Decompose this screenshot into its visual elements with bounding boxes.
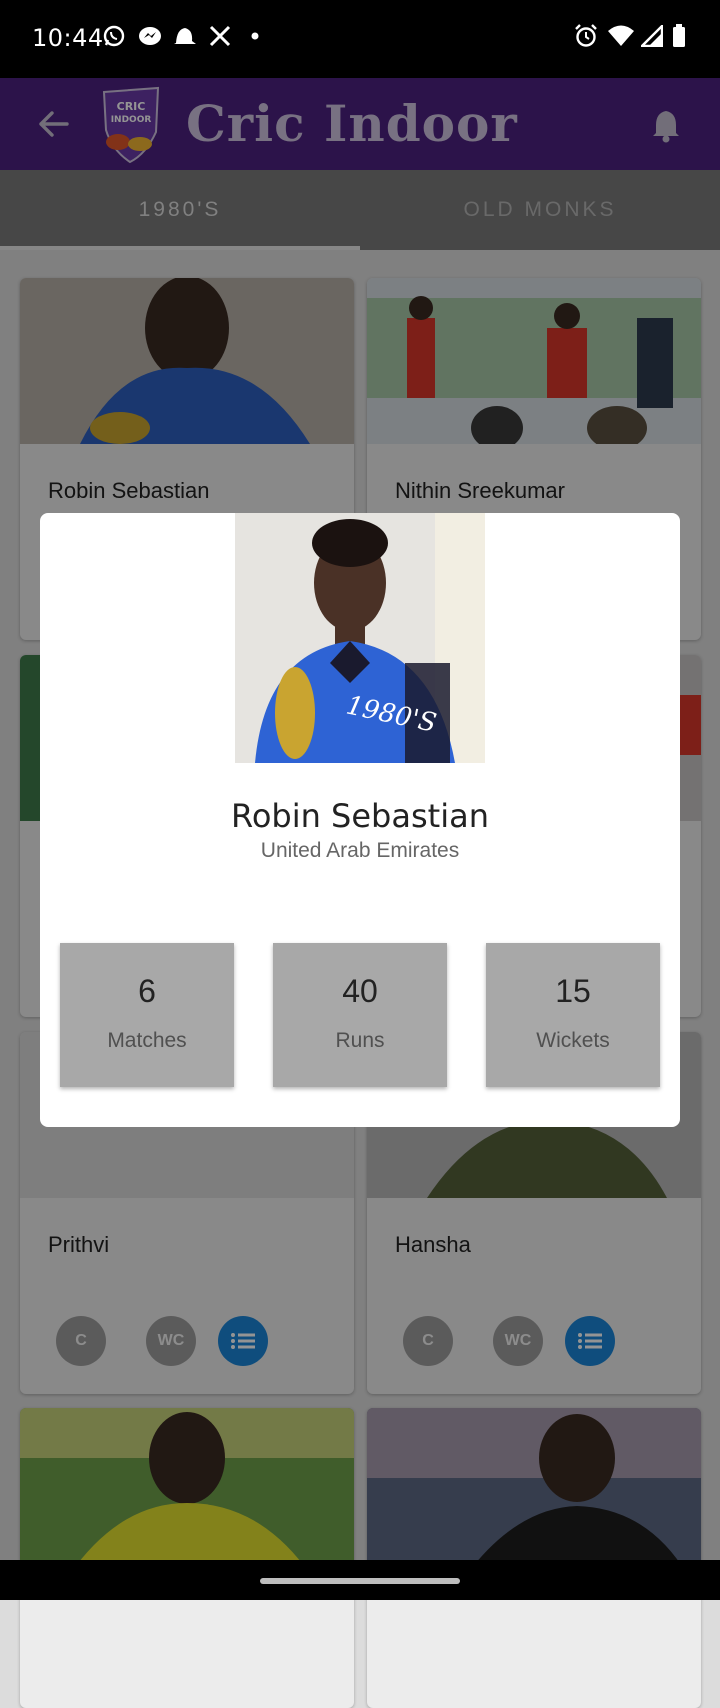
system-nav-bar [0,1560,720,1600]
player-profile-photo: 1980'S [235,513,485,763]
stat-matches-label: Matches [107,1029,187,1052]
stat-wickets-value: 15 [555,973,591,1009]
alarm-icon [572,22,600,50]
stat-wickets: 15 Wickets [486,943,660,1087]
dialog-player-country: United Arab Emirates [260,839,460,862]
whatsapp-icon [100,22,128,50]
status-bar: 10:44 [0,0,720,78]
status-time: 10:44 [32,24,104,52]
cell-signal-icon [640,22,664,50]
stat-wickets-label: Wickets [536,1029,610,1052]
dialog-player-name: Robin Sebastian [231,797,489,835]
stat-runs-label: Runs [335,1029,385,1052]
stat-runs: 40 Runs [273,943,447,1087]
battery-icon [670,22,688,50]
x-icon [206,22,234,50]
stat-matches: 6 Matches [60,943,234,1087]
home-gesture-handle[interactable] [260,1578,460,1584]
player-detail-dialog: 1980'S Robin Sebastian United Arab Emira… [40,513,680,1127]
dot-icon [248,22,262,50]
stat-runs-value: 40 [342,973,378,1009]
bell-app-icon [170,22,198,50]
wifi-icon [606,22,636,50]
stat-matches-value: 6 [138,973,156,1009]
messenger-icon [136,22,164,50]
